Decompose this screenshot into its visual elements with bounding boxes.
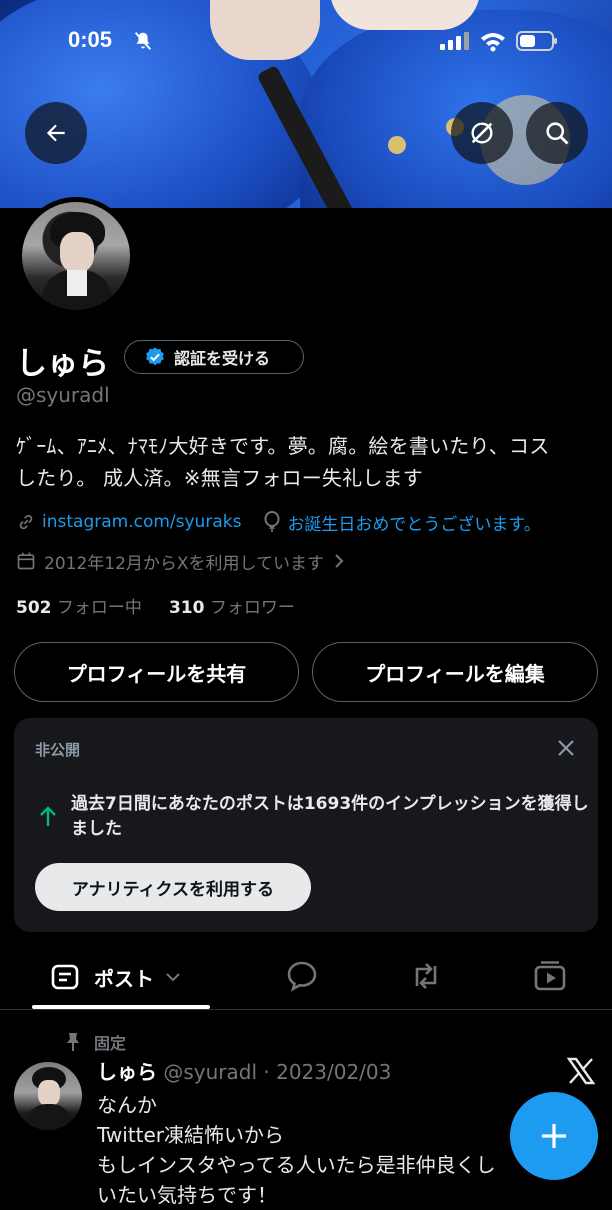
bio-line: したり。 成人済。※無言フォロー失礼します xyxy=(16,466,423,490)
status-time: 0:05 xyxy=(68,27,113,52)
private-label: 非公開 xyxy=(35,741,81,759)
impressions-message: 過去7日間にあなたのポストは1693件のインプレッションを獲得しました xyxy=(71,794,589,839)
post-text[interactable]: なんか Twitter凍結怖いから もしインスタやってる人いたら是非仲良くし い… xyxy=(97,1090,537,1210)
status-bar: 0:05 xyxy=(0,0,612,60)
joined-row[interactable]: 2012年12月からXを利用しています xyxy=(16,548,346,574)
reposts-icon[interactable] xyxy=(408,958,444,994)
post-header: しゅら @syuradl · 2023/02/03 xyxy=(97,1058,391,1086)
back-button[interactable] xyxy=(25,102,87,164)
profile-handle: @syuradl xyxy=(16,383,110,407)
pinned-label: 固定 xyxy=(94,1034,127,1053)
post-author-meta: @syuradl · 2023/02/03 xyxy=(163,1060,392,1084)
search-icon xyxy=(546,122,569,145)
x-logo-icon xyxy=(566,1057,596,1085)
chevron-right-icon xyxy=(335,554,344,568)
replies-icon[interactable] xyxy=(284,958,320,994)
post-line: Twitter凍結怖いから xyxy=(97,1123,285,1147)
share-profile-button[interactable]: プロフィールを共有 xyxy=(14,642,299,702)
wifi-icon xyxy=(481,33,505,52)
followers-link[interactable]: 310 フォロワー xyxy=(169,598,295,618)
profile-bio: ｹﾞｰﾑ、ｱﾆﾒ、ﾅﾏﾓﾉ大好きです。夢。腐。絵を書いたり、コス したり。 成人… xyxy=(16,430,601,494)
edit-profile-button[interactable]: プロフィールを編集 xyxy=(312,642,598,702)
close-icon[interactable] xyxy=(554,736,578,760)
arrow-up-icon xyxy=(40,806,56,826)
tab-posts-label: ポスト xyxy=(94,966,154,991)
post-author-name[interactable]: しゅら xyxy=(97,1060,157,1084)
get-verified-button[interactable]: 認証を受ける xyxy=(124,340,304,374)
analytics-card: 非公開 過去7日間にあなたのポストは1693件のインプレッションを獲得しました … xyxy=(14,718,598,932)
post-line: いたい気持ちです！ xyxy=(97,1183,277,1207)
calendar-icon xyxy=(17,552,35,570)
profile-avatar[interactable] xyxy=(17,197,135,315)
following-link[interactable]: 502 フォロー中 xyxy=(16,598,142,618)
plus-icon xyxy=(542,1124,566,1148)
joined-date: 2012年12月からXを利用しています xyxy=(44,553,325,574)
profile-website-link[interactable]: instagram.com/syuraks xyxy=(42,512,241,532)
post-author-avatar[interactable] xyxy=(14,1062,82,1130)
banner-button-ornament xyxy=(388,136,406,154)
chevron-down-icon xyxy=(166,973,180,982)
media-icon[interactable] xyxy=(532,958,568,994)
post-line: もしインスタやってる人いたら是非仲良くし xyxy=(97,1153,496,1177)
followers-label: フォロワー xyxy=(209,598,295,618)
profile-meta-row: instagram.com/syuraks お誕生日おめでとうございます。 xyxy=(16,509,541,535)
arrow-left-icon xyxy=(46,124,65,142)
active-tab-indicator xyxy=(32,1005,210,1009)
grok-button[interactable] xyxy=(451,102,513,164)
follow-counts: 502 フォロー中 310 フォロワー xyxy=(16,593,295,618)
compose-button[interactable] xyxy=(510,1092,598,1180)
profile-name: しゅら xyxy=(16,346,109,382)
post-line: なんか xyxy=(97,1093,157,1117)
posts-icon xyxy=(51,964,79,990)
get-verified-label: 認証を受ける xyxy=(174,349,271,368)
pinned-indicator: 固定 xyxy=(64,1030,126,1054)
pin-icon xyxy=(67,1033,79,1051)
battery-icon xyxy=(516,31,557,51)
birthday-message: お誕生日おめでとうございます。 xyxy=(287,514,541,535)
bio-line: ｹﾞｰﾑ、ｱﾆﾒ、ﾅﾏﾓﾉ大好きです。夢。腐。絵を書いたり、コス xyxy=(16,434,550,458)
search-button[interactable] xyxy=(526,102,588,164)
following-count: 502 xyxy=(16,598,52,618)
use-analytics-button[interactable]: アナリティクスを利用する xyxy=(35,863,311,911)
avatar-image xyxy=(22,202,130,310)
cellular-signal-icon xyxy=(440,32,469,50)
link-icon xyxy=(19,514,33,530)
grok-icon xyxy=(471,122,493,144)
verified-badge-icon xyxy=(146,347,164,366)
tab-posts[interactable]: ポスト xyxy=(32,945,210,1009)
balloon-icon xyxy=(264,511,280,532)
bell-muted-icon xyxy=(134,32,152,50)
followers-count: 310 xyxy=(168,598,205,618)
profile-tabs: ポスト xyxy=(0,945,612,1010)
following-label: フォロー中 xyxy=(56,598,142,618)
